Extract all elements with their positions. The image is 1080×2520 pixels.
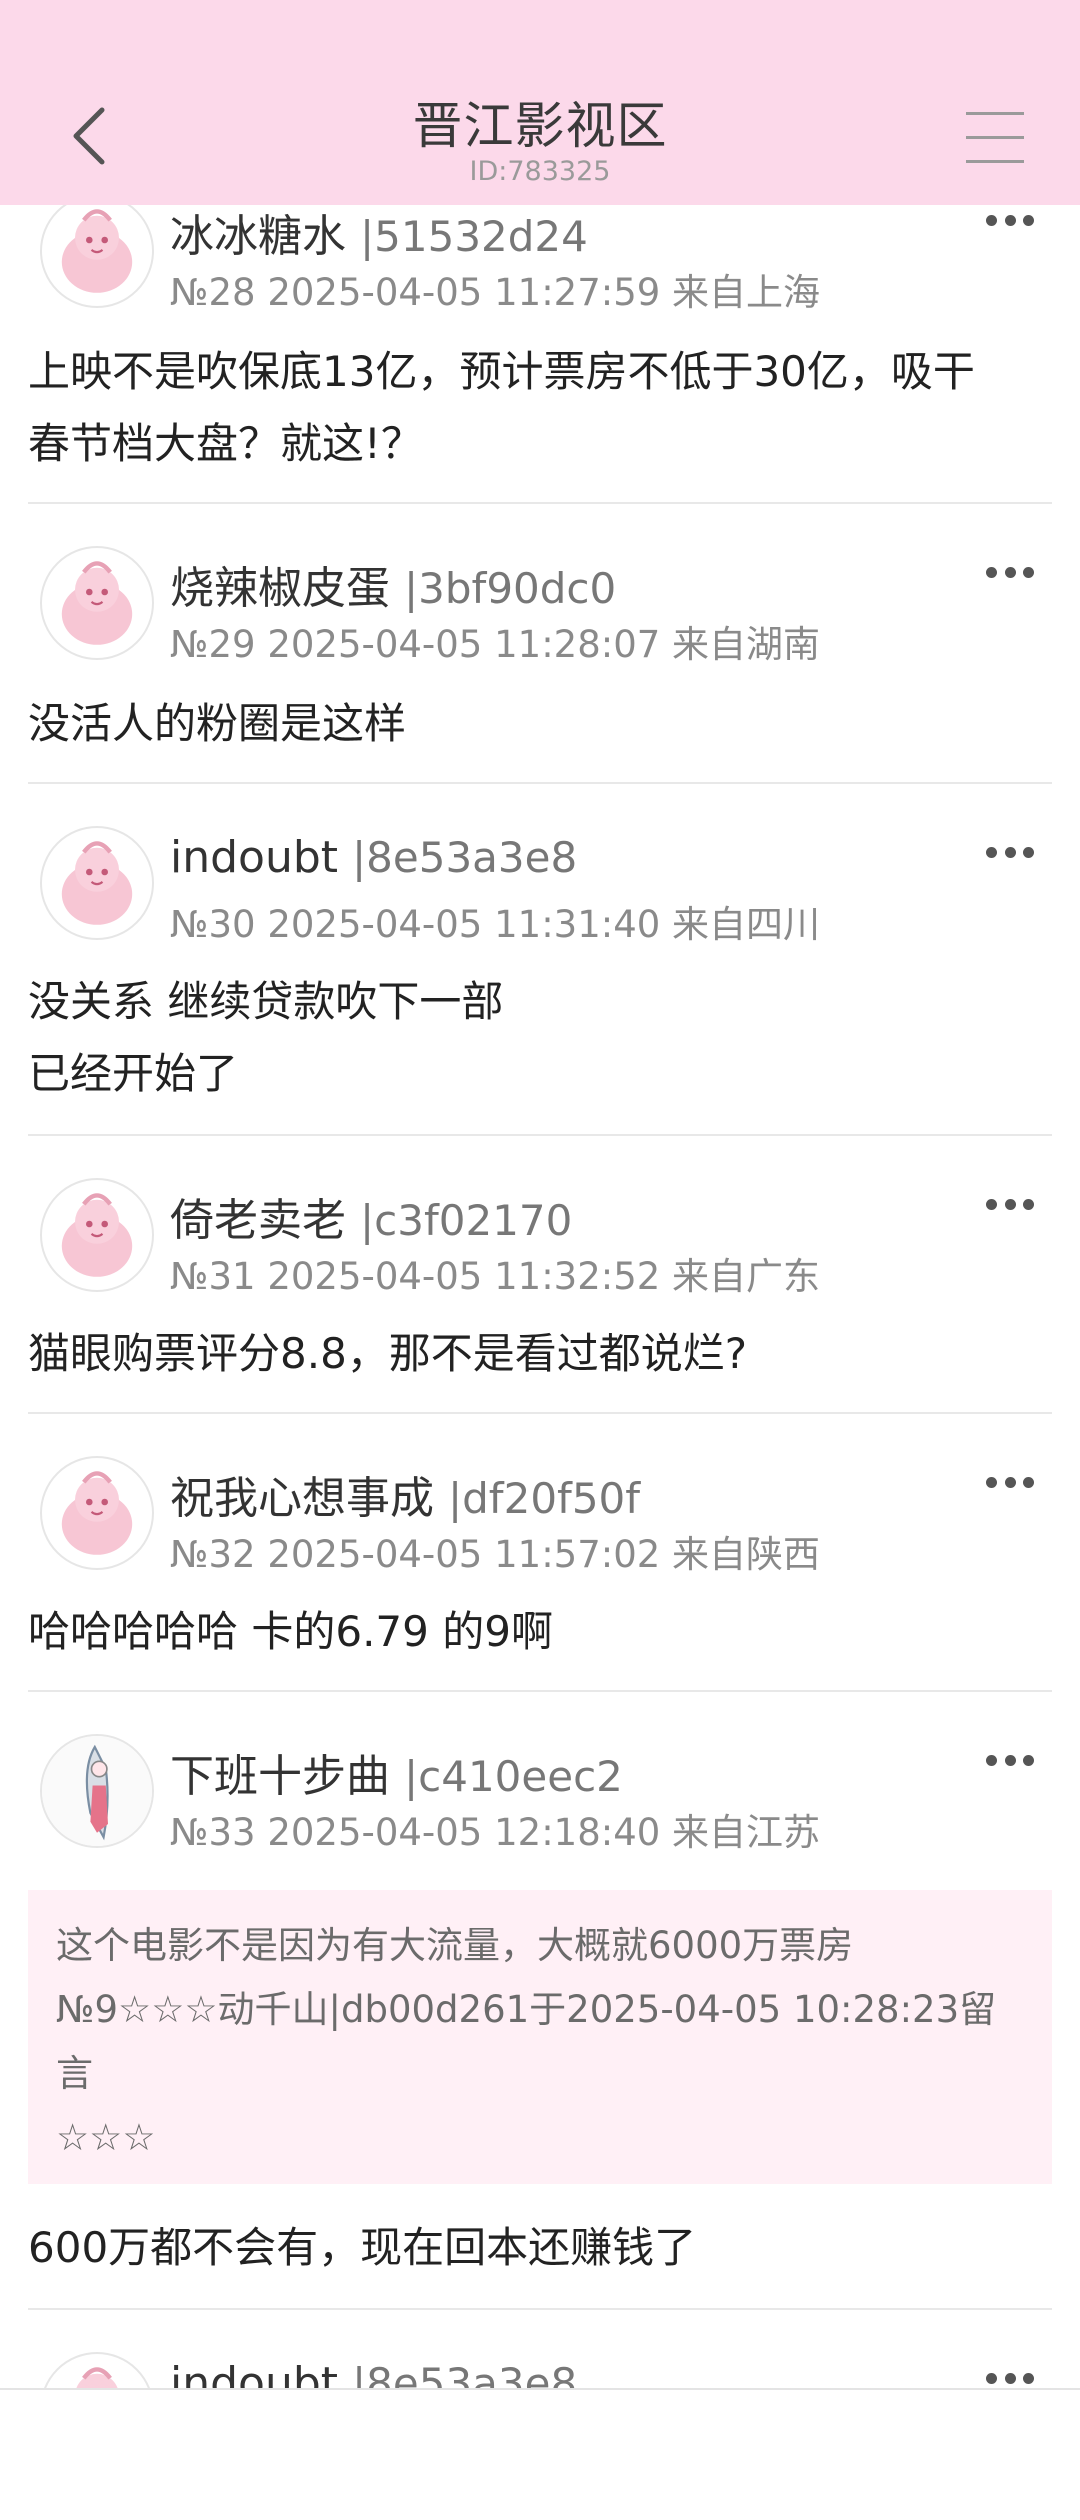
- more-options-icon[interactable]: [986, 1472, 1034, 1492]
- post-username[interactable]: 祝我心想事成 |df20f50f: [170, 1462, 640, 1526]
- post-content: 上映不是吹保底13亿，预计票房不低于30亿，吸干 春节档大盘？就这!？: [28, 347, 975, 468]
- post-feed[interactable]: 冰冰糖水 |51532d24 №28 2025-04-05 11:27:59 来…: [0, 0, 1080, 2390]
- post-content: 600万都不会有，现在回本还赚钱了: [28, 2223, 697, 2272]
- pink-creature-avatar-icon: [61, 841, 133, 925]
- post-username[interactable]: 冰冰糖水 |51532d24: [170, 200, 588, 264]
- divider: [28, 1690, 1052, 1692]
- pink-creature-avatar-icon: [61, 1471, 133, 1555]
- post-meta: №32 2025-04-05 11:57:02 来自陕西: [170, 1533, 821, 1576]
- divider: [28, 2308, 1052, 2310]
- avatar[interactable]: [40, 1734, 154, 1848]
- more-options-icon[interactable]: [986, 210, 1034, 230]
- post-content: 哈哈哈哈哈 卡的6.79 的9啊: [28, 1607, 553, 1656]
- post-meta: №33 2025-04-05 12:18:40 来自江苏: [170, 1811, 821, 1854]
- post-username[interactable]: indoubt |8e53a3e8: [170, 2358, 577, 2390]
- page-title: 晋江影视区: [412, 97, 668, 155]
- post-username[interactable]: 下班十步曲 |c410eec2: [170, 1740, 623, 1804]
- top-header: 晋江影视区 ID:783325: [0, 0, 1080, 205]
- avatar[interactable]: [40, 826, 154, 940]
- post-username[interactable]: 倚老卖老 |c3f02170: [170, 1184, 572, 1248]
- character-avatar-icon: [42, 1736, 152, 1846]
- avatar[interactable]: [40, 1456, 154, 1570]
- avatar[interactable]: [40, 546, 154, 660]
- quoted-reply[interactable]: 这个电影不是因为有大流量，大概就6000万票房 №9☆☆☆动千山|db00d26…: [28, 1890, 1052, 2184]
- avatar[interactable]: [40, 194, 154, 308]
- post-meta: №30 2025-04-05 11:31:40 来自四川: [170, 903, 821, 946]
- pink-creature-avatar-icon: [61, 209, 133, 293]
- pink-creature-avatar-icon: [61, 1193, 133, 1277]
- more-options-icon[interactable]: [986, 842, 1034, 862]
- divider: [28, 1134, 1052, 1136]
- post-content: 猫眼购票评分8.8，那不是看过都说烂?: [28, 1329, 748, 1378]
- more-options-icon[interactable]: [986, 1750, 1034, 1770]
- divider: [28, 782, 1052, 784]
- more-options-icon[interactable]: [986, 1194, 1034, 1214]
- post-username[interactable]: indoubt |8e53a3e8: [170, 832, 577, 883]
- post-meta: №28 2025-04-05 11:27:59 来自上海: [170, 271, 821, 314]
- bottom-bar: [0, 2388, 1080, 2520]
- pink-creature-avatar-icon: [75, 2367, 119, 2390]
- post-meta: №29 2025-04-05 11:28:07 来自湖南: [170, 623, 821, 666]
- post-content: 没活人的粉圈是这样: [28, 699, 407, 748]
- divider: [28, 502, 1052, 504]
- forum-id: ID:783325: [469, 156, 611, 187]
- hamburger-menu-icon[interactable]: [966, 112, 1024, 164]
- post-meta: №31 2025-04-05 11:32:52 来自广东: [170, 1255, 821, 1298]
- avatar[interactable]: [40, 2352, 154, 2390]
- post-username[interactable]: 烧辣椒皮蛋 |3bf90dc0: [170, 552, 616, 616]
- more-options-icon[interactable]: [986, 2368, 1034, 2388]
- divider: [28, 1412, 1052, 1414]
- post-content: 没关系 继续贷款吹下一部 已经开始了: [28, 977, 504, 1098]
- more-options-icon[interactable]: [986, 562, 1034, 582]
- pink-creature-avatar-icon: [61, 561, 133, 645]
- avatar[interactable]: [40, 1178, 154, 1292]
